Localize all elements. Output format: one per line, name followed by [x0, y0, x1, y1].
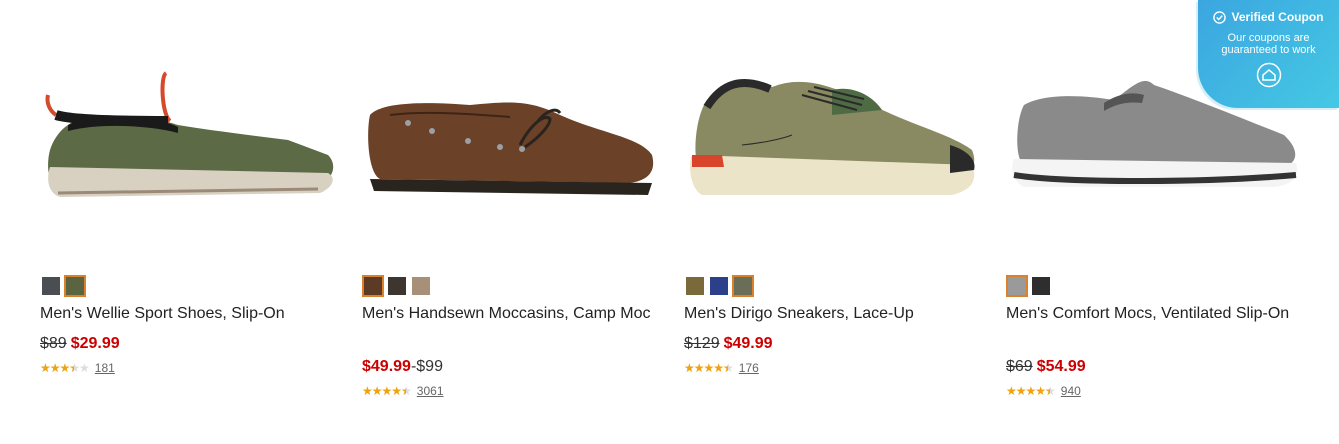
review-count-link[interactable]: 181	[95, 361, 115, 375]
color-swatch[interactable]	[732, 275, 754, 297]
price: $129 $49.99	[684, 333, 773, 355]
color-swatch[interactable]	[40, 275, 62, 297]
check-circle-icon	[1213, 10, 1227, 24]
star-rating-icon: ★★★★★★★★★★	[40, 361, 90, 375]
color-swatches	[40, 275, 86, 297]
review-count-link[interactable]: 176	[739, 361, 759, 375]
home-logo-icon	[1256, 62, 1281, 88]
color-swatch[interactable]	[386, 275, 408, 297]
product-card[interactable]: Men's Handsewn Moccasins, Camp Moc $49.9…	[360, 0, 660, 444]
review-count-link[interactable]: 3061	[417, 384, 444, 398]
product-image[interactable]	[38, 55, 338, 215]
price-range-high: -$99	[410, 358, 443, 375]
price: $89 $29.99	[40, 333, 120, 355]
product-card[interactable]: Men's Dirigo Sneakers, Lace-Up $129 $49.9…	[682, 0, 982, 444]
star-rating-icon: ★★★★★★★★★★	[362, 384, 412, 398]
color-swatch[interactable]	[362, 275, 384, 297]
coupon-header: Verified Coupon	[1198, 10, 1339, 24]
price: $69 $54.99	[1006, 356, 1086, 378]
verified-coupon-badge[interactable]: Verified Coupon Our coupons are guarante…	[1198, 0, 1339, 108]
product-card[interactable]: Men's Wellie Sport Shoes, Slip-On $89 $29…	[38, 0, 338, 444]
color-swatch[interactable]	[64, 275, 86, 297]
color-swatches	[684, 275, 754, 297]
original-price: $69	[1006, 358, 1033, 375]
original-price: $129	[684, 335, 720, 352]
color-swatch[interactable]	[1006, 275, 1028, 297]
product-image[interactable]	[682, 55, 982, 215]
rating: ★★★★★★★★★★ 940	[1006, 384, 1081, 398]
price: $49.99-$99	[362, 356, 443, 378]
star-rating-icon: ★★★★★★★★★★	[1006, 384, 1056, 398]
color-swatches	[362, 275, 432, 297]
sale-price: $49.99	[362, 358, 411, 375]
color-swatch[interactable]	[1030, 275, 1052, 297]
product-title[interactable]: Men's Dirigo Sneakers, Lace-Up	[684, 302, 984, 325]
sale-price: $49.99	[723, 335, 773, 352]
sale-price: $54.99	[1036, 358, 1086, 375]
product-title[interactable]: Men's Wellie Sport Shoes, Slip-On	[40, 302, 340, 325]
review-count-link[interactable]: 940	[1061, 384, 1081, 398]
rating: ★★★★★★★★★★ 3061	[362, 384, 444, 398]
star-rating-icon: ★★★★★★★★★★	[684, 361, 734, 375]
color-swatches	[1006, 275, 1052, 297]
color-swatch[interactable]	[410, 275, 432, 297]
coupon-title: Verified Coupon	[1231, 10, 1324, 24]
rating: ★★★★★★★★★★ 176	[684, 361, 759, 375]
product-title[interactable]: Men's Handsewn Moccasins, Camp Moc	[362, 302, 662, 325]
product-grid: Men's Wellie Sport Shoes, Slip-On $89 $29…	[0, 0, 1339, 444]
color-swatch[interactable]	[684, 275, 706, 297]
color-swatch[interactable]	[708, 275, 730, 297]
product-image[interactable]	[360, 55, 660, 215]
sale-price: $29.99	[70, 335, 120, 352]
original-price: $89	[40, 335, 67, 352]
coupon-subtitle: Our coupons are guaranteed to work	[1221, 32, 1316, 56]
rating: ★★★★★★★★★★ 181	[40, 361, 115, 375]
product-title[interactable]: Men's Comfort Mocs, Ventilated Slip-On	[1006, 302, 1306, 325]
